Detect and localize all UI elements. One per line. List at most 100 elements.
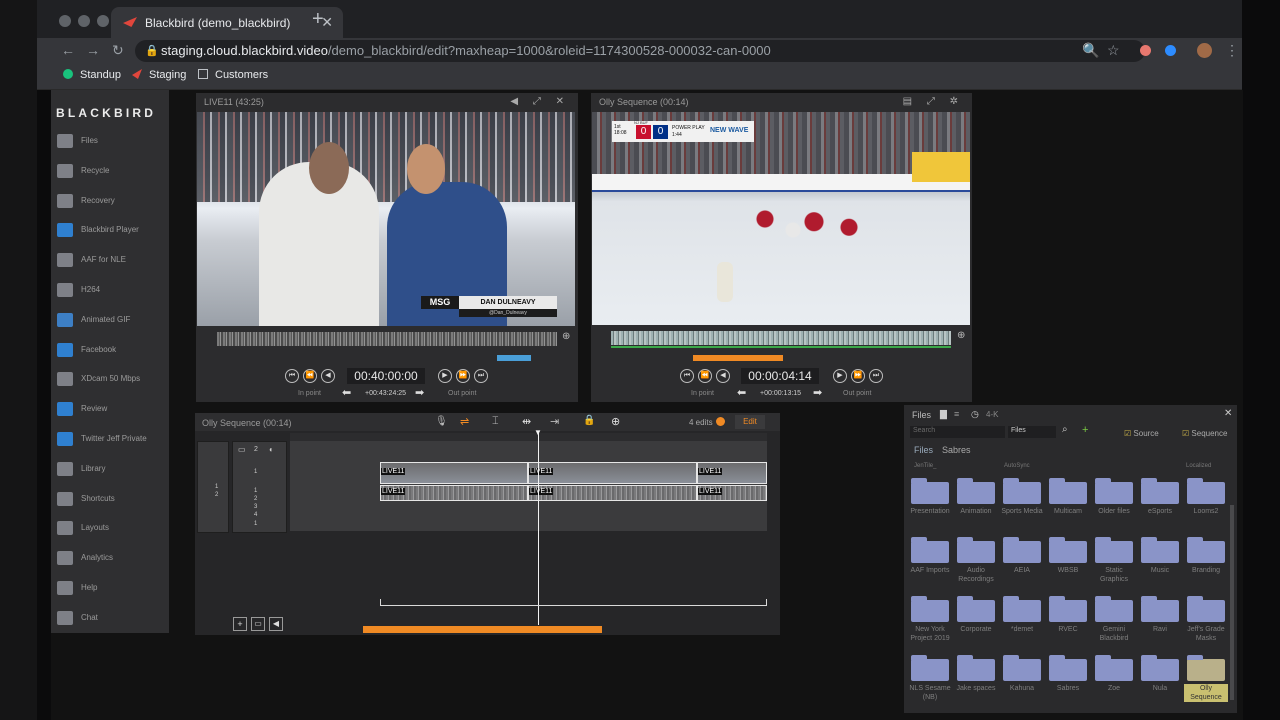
sidebar-item-xdcam-50-mbps[interactable]: XDcam 50 Mbps [55, 368, 167, 392]
playhead-marker-icon[interactable]: ▼ [534, 428, 542, 437]
insert-tool-icon[interactable]: ⇥ [550, 415, 559, 428]
folder-label[interactable]: Multicam [1046, 507, 1090, 516]
sidebar-item-chat[interactable]: Chat [55, 607, 167, 631]
files-recent-icon[interactable]: ◷ [971, 409, 979, 420]
sidebar-item-files[interactable]: Files [55, 130, 167, 154]
program-out-point[interactable]: Out point [843, 390, 871, 397]
bookmark-staging[interactable]: Staging [132, 69, 186, 81]
folder-icon[interactable] [1049, 537, 1087, 563]
folder-icon[interactable] [911, 596, 949, 622]
sidebar-item-analytics[interactable]: Analytics [55, 547, 167, 571]
files-close-icon[interactable]: ✕ [1224, 408, 1232, 419]
bookmark-customers[interactable]: Customers [198, 69, 268, 81]
source-timecode[interactable]: 00:40:00:00 [347, 368, 425, 384]
sidebar-item-library[interactable]: Library [55, 458, 167, 482]
folder-icon[interactable] [1049, 655, 1087, 681]
program-in-point[interactable]: In point [691, 390, 714, 397]
program-go-end-button[interactable]: ⏭ [869, 369, 883, 383]
sidebar-item-facebook[interactable]: Facebook [55, 339, 167, 363]
track-label-6[interactable]: 3 [254, 504, 257, 510]
folder-icon[interactable] [1003, 655, 1041, 681]
timeline-overview[interactable] [380, 599, 767, 606]
files-folder-view-icon[interactable]: ▇ [940, 409, 947, 420]
source-in-point[interactable]: In point [298, 390, 321, 397]
program-timecode[interactable]: 00:00:04:14 [741, 368, 819, 384]
folder-icon[interactable] [1003, 478, 1041, 504]
source-mark-in-arrow-icon[interactable]: ⬅ [342, 386, 351, 399]
program-prev-frame-button[interactable]: ◀ [716, 369, 730, 383]
source-playhead-bar[interactable] [497, 355, 531, 361]
folder-icon[interactable] [911, 537, 949, 563]
program-step-forward-button[interactable]: ⏩ [851, 369, 865, 383]
track-label-1[interactable]: 1 [254, 469, 257, 475]
folder-label[interactable]: Gemini Blackbird [1092, 625, 1136, 643]
folder-label[interactable]: Corporate [954, 625, 998, 634]
profile-avatar[interactable] [1197, 43, 1212, 58]
browser-tab[interactable]: Blackbird (demo_blackbird) ✕ [111, 7, 343, 38]
folder-label[interactable]: Olly Sequence [1184, 684, 1228, 702]
folder-label[interactable]: *demet [1000, 625, 1044, 634]
folder-icon[interactable] [1003, 537, 1041, 563]
folder-label[interactable]: Looms2 [1184, 507, 1228, 516]
browser-menu-icon[interactable]: ⋮ [1225, 42, 1239, 59]
folder-icon[interactable] [1095, 655, 1133, 681]
timeline-zoom-icon[interactable]: ⊕ [611, 415, 620, 428]
track-label-2[interactable]: 1 [215, 484, 218, 490]
sidebar-item-animated-gif[interactable]: Animated GIF [55, 309, 167, 333]
track-label-5[interactable]: 2 [254, 496, 257, 502]
sidebar-item-recovery[interactable]: Recovery [55, 190, 167, 214]
source-mark-out-arrow-icon[interactable]: ➡ [415, 386, 424, 399]
files-search-input[interactable]: Search [910, 426, 1005, 438]
video-clip[interactable]: LIVE11 [697, 462, 767, 484]
program-go-start-button[interactable]: ⏮ [680, 369, 694, 383]
window-maximize-icon[interactable] [97, 15, 109, 27]
folder-label[interactable]: Music [1138, 566, 1182, 575]
folder-icon[interactable] [911, 655, 949, 681]
audio-clip[interactable]: LIVE11 [528, 485, 697, 501]
program-mark-in-arrow-icon[interactable]: ⬅ [737, 386, 746, 399]
timeline-playhead[interactable] [538, 433, 539, 625]
folder-label[interactable]: Zoe [1092, 684, 1136, 693]
folder-icon[interactable] [1049, 478, 1087, 504]
folder-label[interactable]: Animation [954, 507, 998, 516]
folder-label[interactable]: New York Project 2019 [908, 625, 952, 643]
folder-icon[interactable] [1187, 478, 1225, 504]
folder-label[interactable]: Older files [1092, 507, 1136, 516]
source-prev-frame-button[interactable]: ◀ [321, 369, 335, 383]
video-clip[interactable]: LIVE11 [528, 462, 697, 484]
add-track-icon[interactable]: + [233, 617, 247, 631]
program-zoom-icon[interactable]: ⊕ [957, 330, 965, 341]
star-icon[interactable]: ☆ [1107, 42, 1120, 59]
folder-icon[interactable] [1141, 537, 1179, 563]
zoom-icon[interactable]: 🔍 [1082, 42, 1099, 59]
files-tab-files[interactable]: Files [914, 445, 933, 455]
files-source-checkbox[interactable]: ☑ Source [1124, 429, 1159, 438]
new-tab-icon[interactable]: + [312, 8, 324, 31]
sidebar-item-h264[interactable]: H264 [55, 279, 167, 303]
folder-label[interactable]: Presentation [908, 507, 952, 516]
split-tool-icon[interactable]: ⌶ [492, 415, 499, 428]
source-audio-waveform[interactable] [217, 332, 557, 346]
folder-label[interactable]: Audio Recordings [954, 566, 998, 584]
files-tab-4k[interactable]: 4-K [986, 410, 998, 419]
video-clip[interactable]: LIVE11 [380, 462, 528, 484]
trim-tool-icon[interactable]: ⇌ [460, 415, 469, 428]
sidebar-item-recycle[interactable]: Recycle [55, 160, 167, 184]
source-go-end-button[interactable]: ⏭ [474, 369, 488, 383]
program-viewer-window-controls[interactable]: ▤ ⤢ ✲ [903, 96, 964, 107]
folder-icon[interactable] [1187, 655, 1225, 681]
source-video-frame[interactable]: MSG DAN DULNEAVY @Dan_Dulneavy [197, 112, 575, 326]
files-list-view-icon[interactable]: ≡ [954, 409, 959, 419]
video-track-monitor-icon[interactable]: ▭ [238, 445, 246, 454]
edits-warning-icon[interactable] [716, 417, 725, 426]
sidebar-item-twitter-jeff-private[interactable]: Twitter Jeff Private [55, 428, 167, 452]
files-add-icon[interactable]: + [1082, 424, 1088, 436]
video-track-gang-icon[interactable]: ◐ [269, 445, 274, 454]
forward-icon[interactable]: → [86, 42, 100, 58]
folder-icon[interactable] [957, 655, 995, 681]
program-step-back-button[interactable]: ⏪ [698, 369, 712, 383]
folder-label[interactable]: Jeff's Grade Masks [1184, 625, 1228, 643]
folder-label[interactable]: Sabres [1046, 684, 1090, 693]
folder-icon[interactable] [1187, 596, 1225, 622]
folder-icon[interactable] [1095, 596, 1133, 622]
